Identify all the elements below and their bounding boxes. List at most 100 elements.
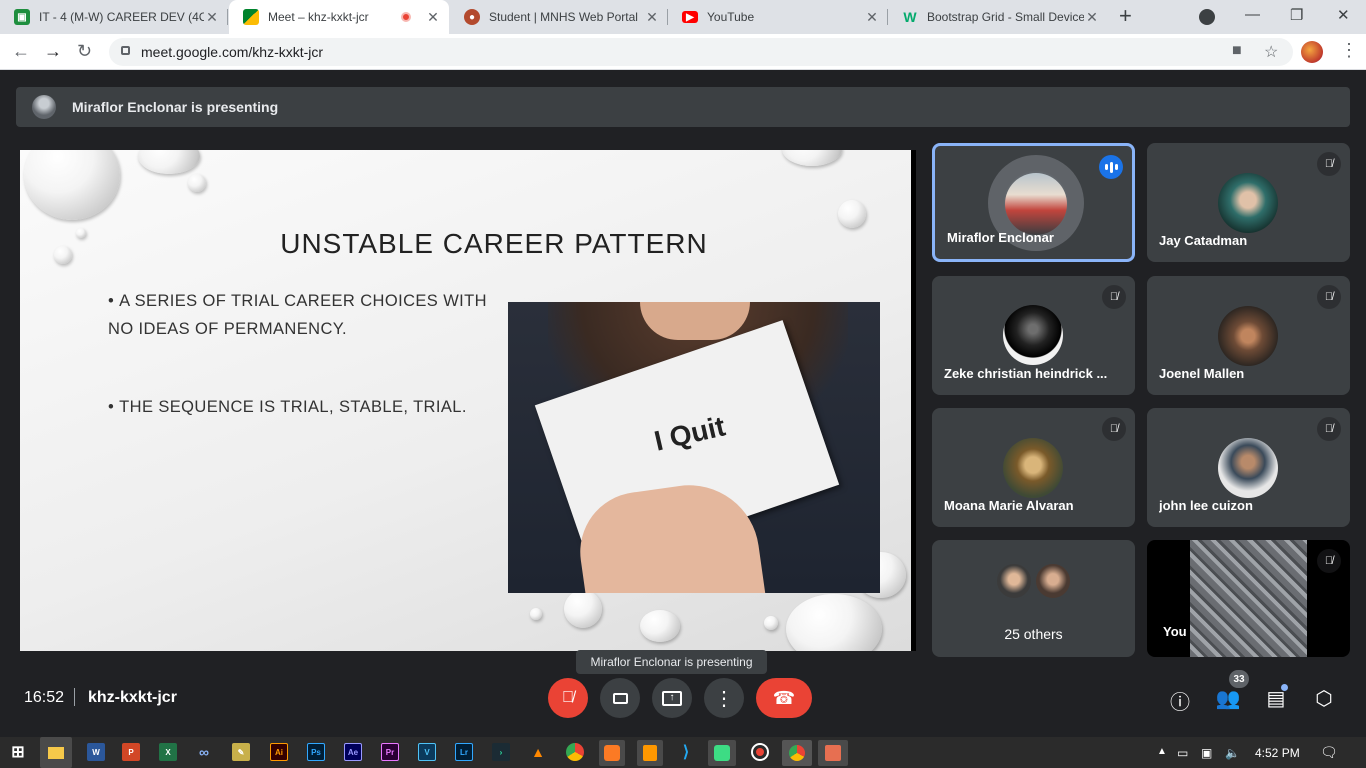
participant-tile[interactable]: 🎙̸ Moana Marie Alvaran [932,408,1135,527]
self-view-tile[interactable]: 🎙̸ You [1147,540,1350,657]
water-drop [786,594,882,651]
tab-portal[interactable]: ● Student | MNHS Web Portal ✕ [450,0,668,34]
reload-icon[interactable]: ↻ [77,40,92,62]
tab-title: Bootstrap Grid - Small Device [927,10,1084,24]
network-icon[interactable]: ▣ [1201,746,1212,760]
forward-arrow-icon[interactable]: → [44,40,62,62]
meeting-details-icon[interactable]: ⓘ [1167,686,1193,715]
self-camera-feed [1190,540,1307,657]
tab-search-icon[interactable] [1199,9,1215,25]
participant-tile[interactable]: 🎙̸ Joenel Mallen [1147,276,1350,395]
avatar [1218,438,1278,498]
present-button[interactable]: ↑ [652,678,692,718]
close-icon[interactable]: ✕ [204,9,220,26]
tab-title: YouTube [707,10,755,24]
slide-bullet: • THE SEQUENCE IS TRIAL, STABLE, TRIAL. [108,398,467,416]
w3schools-icon: W [903,9,917,25]
word-icon[interactable]: W [87,743,105,761]
mic-off-icon: 🎙̸ [1102,285,1126,309]
recorder-icon[interactable] [751,743,769,761]
close-window-button[interactable]: ✕ [1337,6,1350,24]
water-drop [24,150,120,220]
participant-tile[interactable]: 🎙̸ john lee cuizon [1147,408,1350,527]
powerpoint-icon[interactable]: P [122,743,140,761]
excel-icon[interactable]: X [159,743,177,761]
file-explorer-icon[interactable] [40,737,72,768]
close-icon[interactable]: ✕ [644,9,660,26]
tab-bootstrap[interactable]: W Bootstrap Grid - Small Device ✕ [888,0,1108,34]
tray-chevron-icon[interactable]: ▲ [1157,746,1167,757]
vlc-icon[interactable]: ▲ [529,743,547,761]
illustrator-icon[interactable]: Ai [270,743,288,761]
water-drop [782,150,842,166]
water-drop [764,616,778,630]
slide-title: UNSTABLE CAREER PATTERN [280,228,708,259]
recording-indicator-icon [401,12,411,22]
avatar [1034,562,1072,600]
water-drop [640,610,680,642]
others-tile[interactable]: 25 others [932,540,1135,657]
slide-bullet: • A SERIES OF TRIAL CAREER CHOICES WITH … [108,292,487,338]
avatar [1003,438,1063,498]
mic-toggle-button[interactable]: 🎙̸ [548,678,588,718]
taskbar-clock[interactable]: 4:52 PM [1255,746,1300,760]
participant-tile[interactable]: 🎙̸ Zeke christian heindrick ... [932,276,1135,395]
participant-name: Moana Marie Alvaran [944,498,1074,513]
back-arrow-icon[interactable]: ← [12,40,30,62]
photoshop-icon[interactable]: Ps [307,743,325,761]
java-icon[interactable] [818,740,848,766]
participant-tile[interactable]: Miraflor Enclonar [932,143,1135,262]
xampp-icon[interactable] [599,740,625,766]
mic-off-icon: 🎙̸ [562,689,574,706]
presenting-banner: Miraflor Enclonar is presenting [16,87,1350,127]
close-icon[interactable]: ✕ [425,9,441,26]
close-icon[interactable]: ✕ [864,9,880,26]
meeting-time: 16:52 [24,689,65,706]
address-bar[interactable]: meet.google.com/khz-kxkt-jcr ■ ☆ [109,38,1293,66]
infinity-app-icon[interactable]: ∞ [195,743,213,761]
lightroom-icon[interactable]: Lr [455,743,473,761]
battery-icon[interactable]: ▭ [1177,746,1188,760]
participant-tile[interactable]: 🎙̸ Jay Catadman [1147,143,1350,262]
tab-youtube[interactable]: ▶ YouTube ✕ [668,0,888,34]
mic-off-icon: 🎙̸ [1102,417,1126,441]
volume-icon[interactable]: 🔈 [1225,746,1240,760]
leave-call-button[interactable]: ☎ [756,678,812,718]
vscode-icon[interactable]: ⟩ [677,743,695,761]
chrome-active-icon[interactable] [782,740,812,766]
activities-icon[interactable]: ⬡ [1311,686,1337,711]
profile-avatar[interactable] [1301,41,1323,63]
camera-toggle-button[interactable] [600,678,640,718]
camera-in-use-icon[interactable]: ■ [1232,42,1242,60]
chat-notification-dot [1281,684,1288,691]
chrome-menu-icon[interactable]: ⋮ [1340,40,1358,61]
close-icon[interactable]: ✕ [1084,9,1100,26]
tab-strip: ▣ IT - 4 (M-W) CAREER DEV (4C ✕ Meet – k… [0,0,1366,34]
new-tab-button[interactable]: + [1119,5,1132,27]
restore-button[interactable]: ❐ [1290,6,1303,24]
windows-start-icon[interactable]: ⊞ [9,743,27,761]
vegas-icon[interactable]: V [418,743,436,761]
more-options-button[interactable]: ⋮ [704,678,744,718]
bookmark-star-icon[interactable]: ☆ [1264,42,1278,62]
android-studio-icon[interactable] [708,740,736,766]
minimize-button[interactable]: — [1245,6,1260,23]
classroom-icon: ▣ [14,9,30,25]
paint-icon[interactable]: ✎ [232,743,250,761]
notification-center-icon[interactable]: 🗨 [1320,744,1338,761]
premiere-icon[interactable]: Pr [381,743,399,761]
more-vert-icon: ⋮ [714,687,734,710]
chrome-icon[interactable] [566,743,584,761]
sublime-text-icon[interactable] [637,740,663,766]
water-drop [838,200,866,228]
participant-name: Miraflor Enclonar [947,230,1054,245]
water-drop [188,174,206,192]
hang-up-icon: ☎ [772,687,796,708]
tab-classroom[interactable]: ▣ IT - 4 (M-W) CAREER DEV (4C ✕ [0,0,228,34]
people-icon[interactable]: 👥 [1215,686,1241,711]
water-drop [530,608,542,620]
water-drop [564,590,602,628]
tab-meet[interactable]: Meet – khz-kxkt-jcr ✕ [229,0,449,34]
after-effects-icon[interactable]: Ae [344,743,362,761]
terminal-icon[interactable]: › [492,743,510,761]
